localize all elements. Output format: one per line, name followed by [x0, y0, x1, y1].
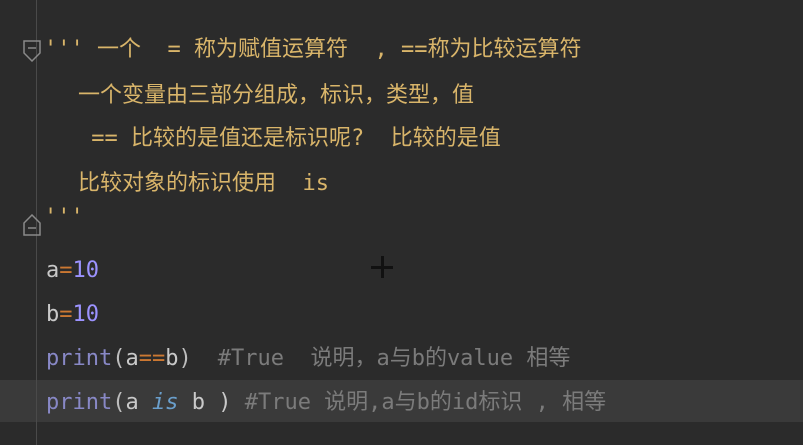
docstring-text: 一个 = 称为赋值运算符 , ==称为比较运算符 — [83, 37, 582, 62]
number-literal: 10 — [72, 258, 100, 283]
code-line-7[interactable]: b=10 — [46, 293, 99, 337]
operator: = — [59, 302, 73, 327]
paren: ) — [178, 346, 192, 371]
crosshair-cursor-icon — [371, 256, 393, 278]
code-line-8[interactable]: print(a==b) #True 说明，a与b的value 相等 — [46, 337, 570, 381]
code-line-2[interactable]: 一个变量由三部分组成，标识，类型，值 — [78, 74, 474, 118]
fold-close-icon[interactable] — [22, 214, 42, 236]
docstring-quote: ''' — [44, 205, 84, 230]
code-line-4[interactable]: 比较对象的标识使用 is — [78, 162, 329, 206]
code-editor[interactable]: ''' 一个 = 称为赋值运算符 , ==称为比较运算符 一个变量由三部分组成，… — [0, 0, 803, 445]
paren: ( — [112, 390, 126, 415]
fold-open-icon[interactable] — [22, 40, 42, 62]
docstring-quote: ''' — [44, 37, 84, 62]
operator: == — [138, 346, 166, 371]
variable: b ) — [178, 390, 232, 415]
operator: = — [59, 258, 73, 283]
docstring-text: == 比较的是值还是标识呢? 比较的是值 — [78, 126, 501, 151]
number-literal: 10 — [72, 302, 100, 327]
builtin-function: print — [46, 390, 113, 415]
builtin-function: print — [46, 346, 113, 371]
variable: a — [125, 346, 139, 371]
variable: a — [46, 258, 60, 283]
code-line-3[interactable]: == 比较的是值还是标识呢? 比较的是值 — [78, 117, 501, 161]
code-line-5[interactable]: ''' — [44, 196, 84, 240]
code-line-9[interactable]: print(a is b ) #True 说明,a与b的id标识 , 相等 — [46, 381, 606, 425]
comment: #True 说明,a与b的id标识 , 相等 — [231, 390, 607, 415]
code-line-6[interactable]: a=10 — [46, 249, 99, 293]
code-line-1[interactable]: ''' 一个 = 称为赋值运算符 , ==称为比较运算符 — [44, 28, 581, 72]
variable: a — [125, 390, 152, 415]
docstring-text: 一个变量由三部分组成，标识，类型，值 — [78, 83, 475, 108]
paren: ( — [112, 346, 126, 371]
variable: b — [46, 302, 60, 327]
docstring-text: 比较对象的标识使用 is — [78, 171, 329, 196]
comment: #True 说明，a与b的value 相等 — [217, 346, 571, 371]
keyword: is — [151, 390, 179, 415]
variable: b — [165, 346, 179, 371]
